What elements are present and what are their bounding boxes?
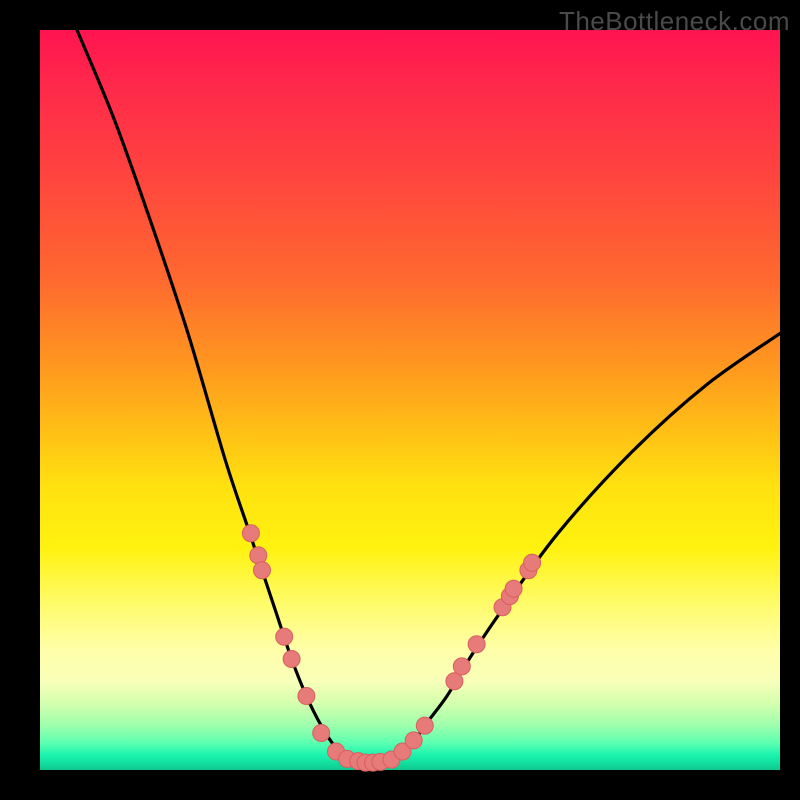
highlight-dot	[405, 732, 422, 749]
highlight-dot	[276, 628, 293, 645]
plot-area	[40, 30, 780, 770]
highlight-dot	[505, 580, 522, 597]
highlight-dot	[254, 562, 271, 579]
chart-frame: TheBottleneck.com	[0, 0, 800, 800]
bottleneck-curve-svg	[40, 30, 780, 770]
highlight-dot	[416, 717, 433, 734]
highlight-dot	[283, 651, 300, 668]
highlight-dot	[524, 554, 541, 571]
highlight-dot	[250, 547, 267, 564]
highlight-dot	[298, 688, 315, 705]
watermark-text: TheBottleneck.com	[559, 6, 790, 37]
highlight-dot	[468, 636, 485, 653]
highlight-dot	[313, 725, 330, 742]
highlight-dot	[453, 658, 470, 675]
highlight-dot	[242, 525, 259, 542]
bottleneck-curve	[77, 30, 780, 763]
curve-path-group	[77, 30, 780, 763]
